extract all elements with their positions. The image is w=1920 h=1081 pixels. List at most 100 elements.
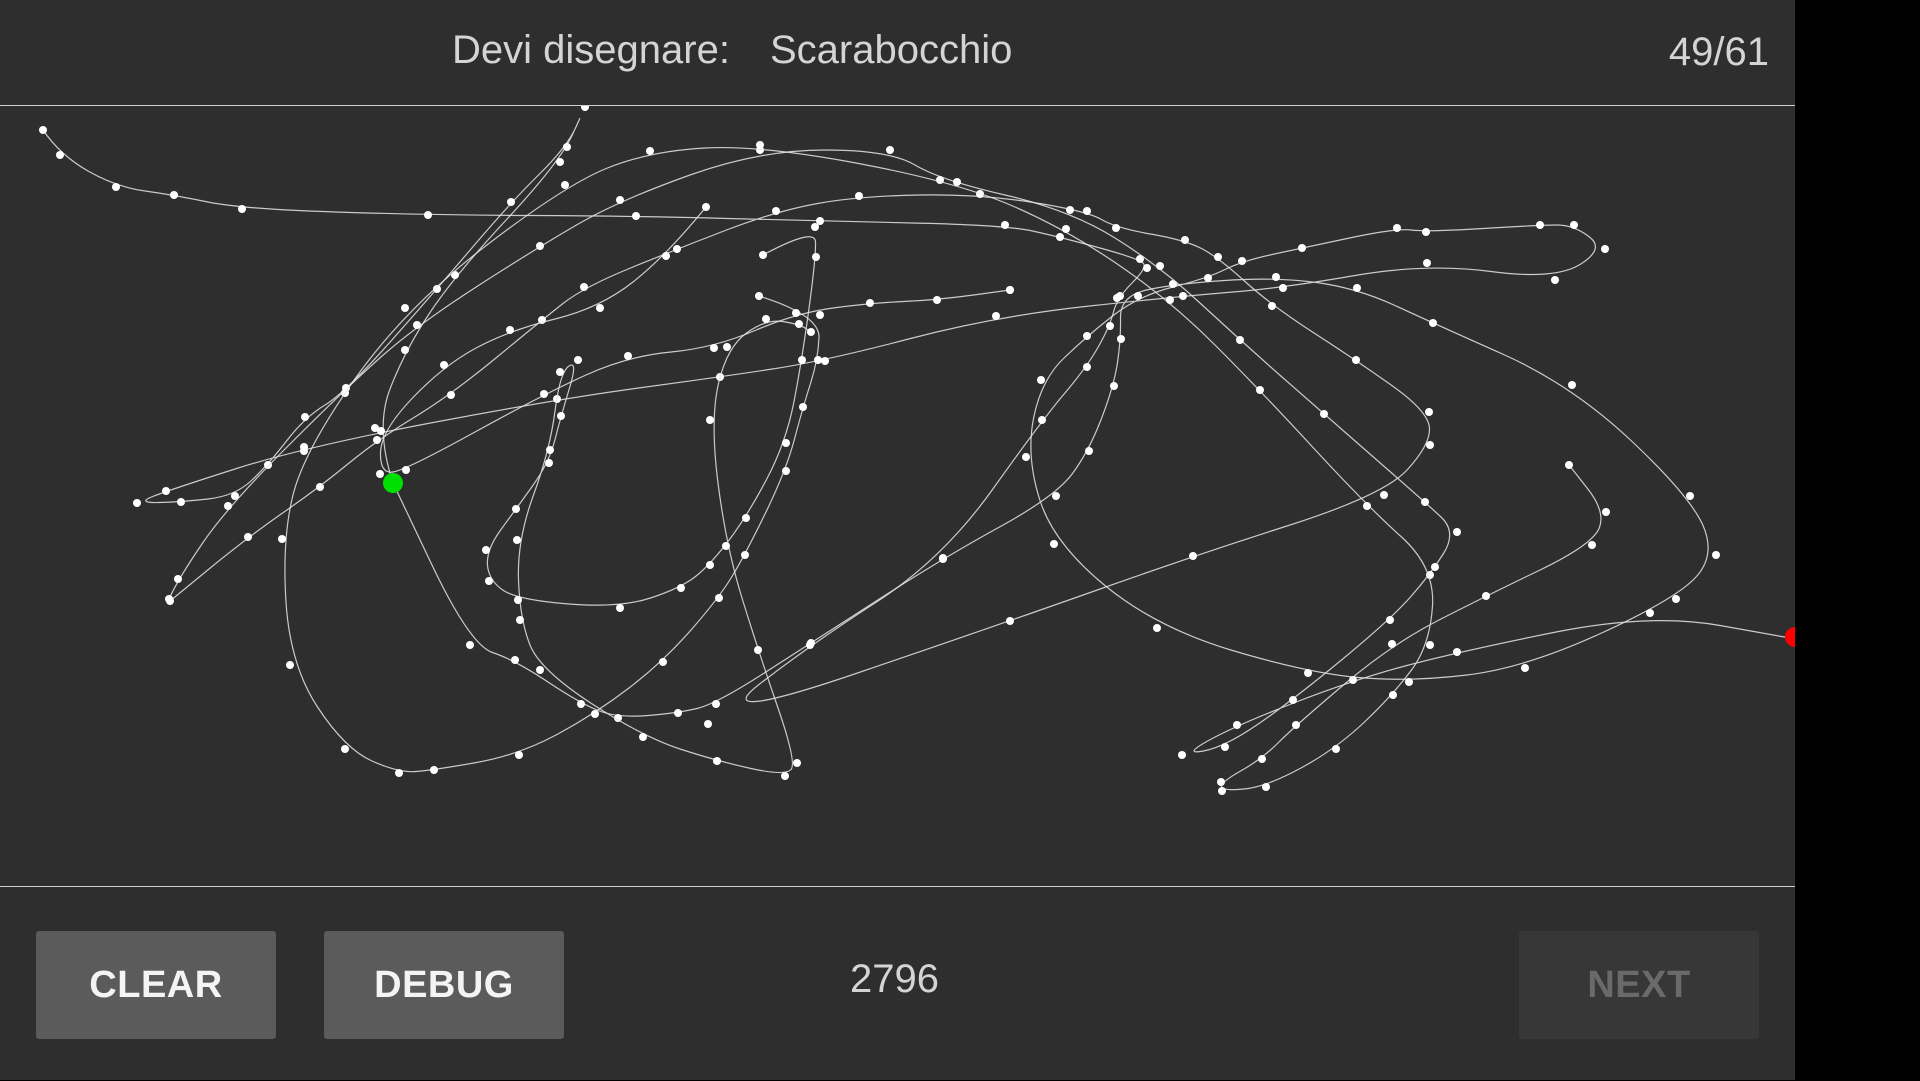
- stroke-point: [754, 646, 762, 654]
- stroke-point: [1453, 528, 1461, 536]
- drawing-canvas[interactable]: [0, 106, 1795, 886]
- stroke-point: [401, 346, 409, 354]
- stroke-point: [781, 772, 789, 780]
- debug-button[interactable]: DEBUG: [324, 931, 564, 1039]
- stroke-point: [674, 709, 682, 717]
- stroke-point: [677, 584, 685, 592]
- stroke-point: [1083, 332, 1091, 340]
- stroke-point: [1156, 262, 1164, 270]
- stroke-point: [545, 459, 553, 467]
- stroke-point: [581, 106, 589, 111]
- stroke-point: [1646, 609, 1654, 617]
- stroke-point: [1262, 783, 1270, 791]
- header-bar: Devi disegnare: Scarabocchio 49/61: [0, 0, 1795, 106]
- stroke-point: [704, 720, 712, 728]
- stroke-point: [1279, 284, 1287, 292]
- stroke-point: [710, 344, 718, 352]
- stroke-point: [821, 357, 829, 365]
- stroke-point: [591, 710, 599, 718]
- stroke-point: [1425, 408, 1433, 416]
- stroke-point: [511, 656, 519, 664]
- score-value: 2796: [850, 957, 939, 1001]
- start-point-marker: [383, 473, 403, 493]
- stroke-point: [793, 759, 801, 767]
- stroke-point: [1037, 376, 1045, 384]
- stroke-point: [806, 641, 814, 649]
- scribble-drawing[interactable]: [0, 106, 1795, 886]
- stroke-point: [639, 733, 647, 741]
- prompt-label: Devi disegnare:: [452, 28, 730, 72]
- stroke-point: [170, 191, 178, 199]
- stroke-point: [782, 439, 790, 447]
- stroke-point: [1292, 721, 1300, 729]
- stroke-point: [755, 292, 763, 300]
- stroke-point: [1181, 236, 1189, 244]
- stroke-point: [807, 328, 815, 336]
- stroke-point: [953, 178, 961, 186]
- stroke-point: [506, 326, 514, 334]
- stroke-point: [1166, 296, 1174, 304]
- stroke-point: [1006, 286, 1014, 294]
- stroke-point: [507, 198, 515, 206]
- stroke-point: [485, 577, 493, 585]
- stroke-point: [1388, 640, 1396, 648]
- stroke-point: [659, 658, 667, 666]
- stroke-point: [133, 499, 141, 507]
- stroke-point: [577, 700, 585, 708]
- stroke-point: [1565, 461, 1573, 469]
- stroke-point: [1426, 441, 1434, 449]
- stroke-point: [811, 223, 819, 231]
- stroke-point: [1062, 225, 1070, 233]
- stroke-point: [662, 252, 670, 260]
- clear-button[interactable]: CLEAR: [36, 931, 276, 1039]
- stroke-point: [536, 666, 544, 674]
- stroke-point: [1363, 502, 1371, 510]
- stroke-point: [1423, 259, 1431, 267]
- stroke-point: [162, 487, 170, 495]
- stroke-point: [580, 283, 588, 291]
- stroke-point: [1422, 228, 1430, 236]
- stroke-point: [1106, 322, 1114, 330]
- stroke-point: [278, 535, 286, 543]
- stroke-point: [1006, 617, 1014, 625]
- stroke-point: [224, 502, 232, 510]
- stroke-point: [1672, 595, 1680, 603]
- stroke-point: [1153, 624, 1161, 632]
- stroke-point: [624, 352, 632, 360]
- stroke-point: [886, 146, 894, 154]
- stroke-point: [1052, 492, 1060, 500]
- stroke-point: [782, 467, 790, 475]
- stroke-point: [1178, 751, 1186, 759]
- stroke-point: [373, 436, 381, 444]
- stroke-point: [742, 514, 750, 522]
- stroke-point: [1712, 551, 1720, 559]
- scribble-stroke: [168, 149, 1791, 753]
- stroke-point: [165, 595, 173, 603]
- stroke-point: [1066, 206, 1074, 214]
- stroke-point: [1143, 264, 1151, 272]
- stroke-point: [992, 312, 1000, 320]
- prompt-word: Scarabocchio: [770, 28, 1013, 72]
- stroke-point: [1085, 447, 1093, 455]
- stroke-point: [706, 561, 714, 569]
- stroke-point: [1022, 453, 1030, 461]
- scribble-stroke: [145, 118, 1709, 717]
- stroke-point: [1686, 492, 1694, 500]
- stroke-point: [112, 183, 120, 191]
- stroke-point: [395, 769, 403, 777]
- end-point-marker: [1785, 627, 1795, 647]
- stroke-point: [1189, 552, 1197, 560]
- stroke-point: [723, 343, 731, 351]
- stroke-point: [451, 271, 459, 279]
- stroke-point: [1386, 616, 1394, 624]
- scribble-stroke: [379, 206, 1011, 473]
- next-button[interactable]: NEXT: [1519, 931, 1759, 1039]
- stroke-point: [56, 151, 64, 159]
- stroke-point: [762, 315, 770, 323]
- stroke-point: [1421, 498, 1429, 506]
- stroke-point: [713, 757, 721, 765]
- stroke-point: [1221, 743, 1229, 751]
- stroke-point: [756, 141, 764, 149]
- scribble-stroke: [42, 129, 1431, 703]
- stroke-point: [1431, 563, 1439, 571]
